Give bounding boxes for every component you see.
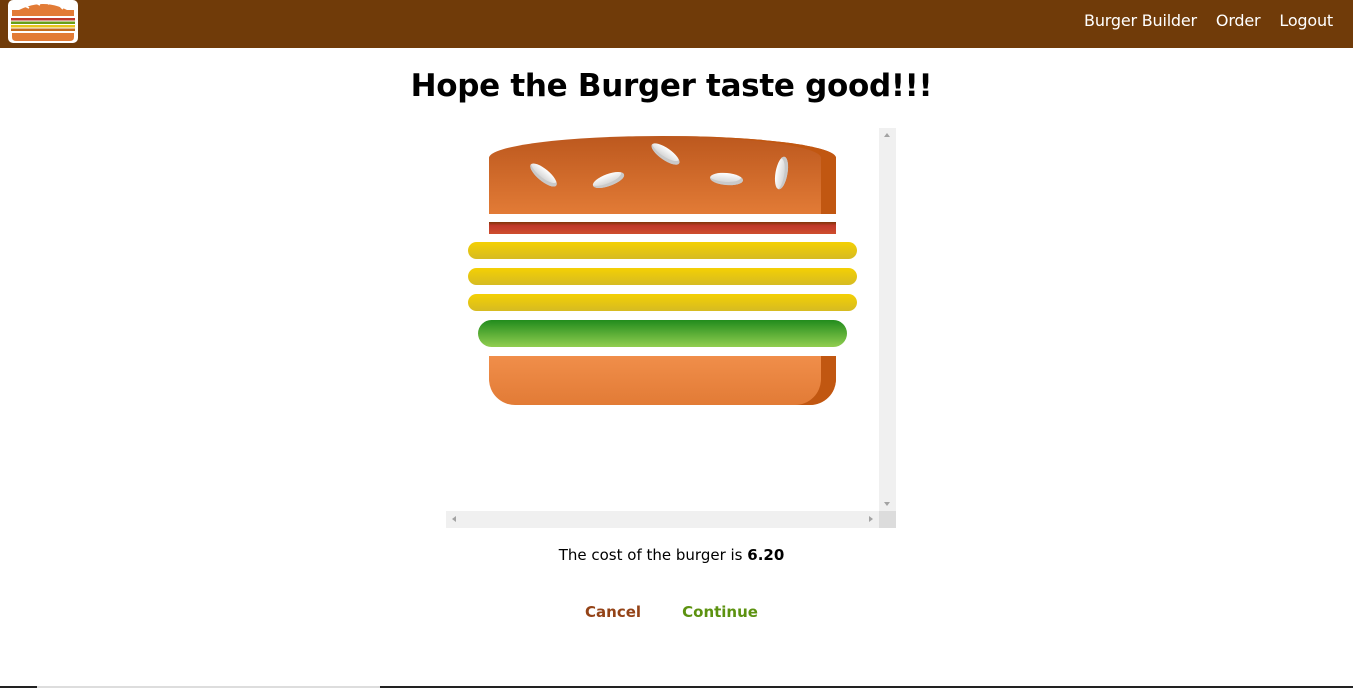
scroll-right-icon[interactable] xyxy=(869,516,873,522)
cheese-layer xyxy=(468,242,857,259)
seed xyxy=(709,171,744,187)
cost-label: The cost of the burger is xyxy=(558,546,743,564)
meat-layer xyxy=(489,222,836,234)
vertical-scrollbar[interactable] xyxy=(879,128,896,511)
main-nav: Burger Builder Order Logout xyxy=(1065,0,1333,40)
toolbar: Burger Builder Order Logout xyxy=(0,0,1353,48)
scroll-up-icon[interactable] xyxy=(884,133,890,137)
cheese-layer xyxy=(468,294,857,311)
nav-logout[interactable]: Logout xyxy=(1279,11,1333,30)
scrollbar-corner xyxy=(879,511,896,528)
order-actions: Cancel Continue xyxy=(0,602,1343,621)
burger-preview xyxy=(446,128,896,528)
cancel-button[interactable]: Cancel xyxy=(585,603,641,621)
page-title: Hope the Burger taste good!!! xyxy=(410,68,933,104)
burger-logo-icon[interactable] xyxy=(8,0,78,43)
nav-order[interactable]: Order xyxy=(1216,11,1261,30)
bread-top-layer xyxy=(489,136,836,214)
cost-summary: The cost of the burger is 6.20 xyxy=(0,546,1343,564)
scroll-down-icon[interactable] xyxy=(884,502,890,506)
seed xyxy=(772,155,791,191)
continue-button[interactable]: Continue xyxy=(682,603,758,621)
cost-value: 6.20 xyxy=(747,546,785,564)
salad-layer xyxy=(478,320,847,347)
horizontal-scrollbar[interactable] xyxy=(446,511,879,528)
seed xyxy=(527,159,560,191)
scroll-left-icon[interactable] xyxy=(452,516,456,522)
nav-burger-builder[interactable]: Burger Builder xyxy=(1084,11,1197,30)
bread-bottom-layer xyxy=(489,356,836,405)
burger-viewport xyxy=(446,128,879,511)
cheese-layer xyxy=(468,268,857,285)
seed xyxy=(590,168,627,192)
seed xyxy=(648,139,683,169)
